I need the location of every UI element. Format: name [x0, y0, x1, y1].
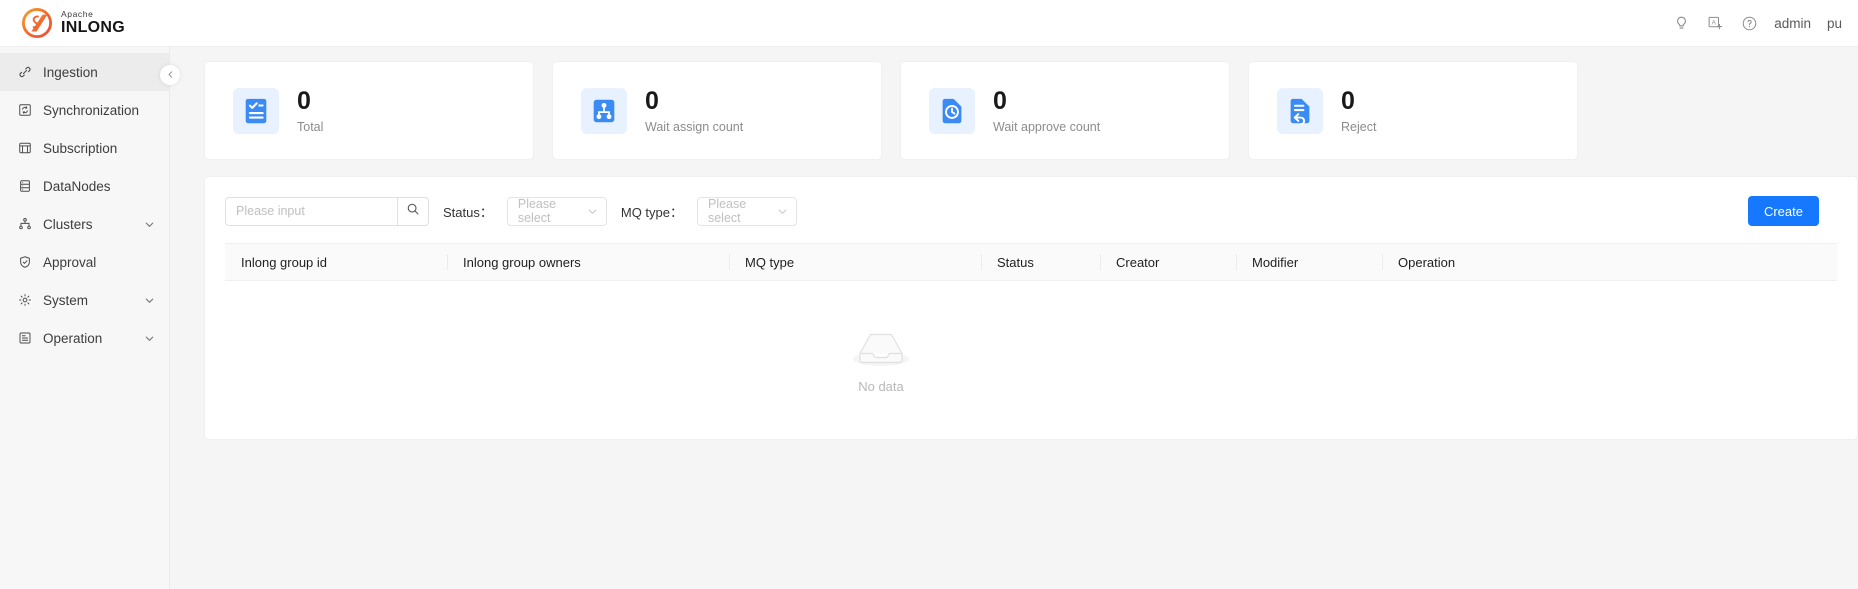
mq-type-filter-value: Please select — [708, 197, 777, 225]
sidebar-item-datanodes[interactable]: DataNodes — [0, 167, 169, 205]
app-header: Apache INLONG A — [0, 0, 1858, 47]
brand-logo[interactable]: Apache INLONG — [22, 8, 125, 38]
search-group — [225, 197, 429, 226]
status-filter-label: Status： — [443, 202, 493, 221]
app-body: Ingestion Synchronization — [0, 47, 1858, 589]
stat-text: 0 Wait assign count — [645, 87, 743, 134]
sidebar-item-label: Ingestion — [43, 65, 155, 80]
sidebar-item-label: System — [43, 293, 133, 308]
svg-text:A: A — [1711, 19, 1716, 26]
chevron-down-icon — [587, 206, 598, 217]
empty-state-label: No data — [858, 379, 904, 394]
stat-card-wait-assign[interactable]: 0 Wait assign count — [552, 61, 882, 160]
stat-text: 0 Reject — [1341, 87, 1376, 134]
sidebar-item-subscription[interactable]: Subscription — [0, 129, 169, 167]
sidebar-item-label: DataNodes — [43, 179, 155, 194]
chevron-left-icon — [166, 66, 175, 84]
stat-text: 0 Total — [297, 87, 323, 134]
sidebar-collapse-button[interactable] — [160, 65, 180, 85]
sidebar-item-synchronization[interactable]: Synchronization — [0, 91, 169, 129]
translate-icon[interactable]: A — [1706, 14, 1724, 32]
table-header-operation[interactable]: Operation — [1382, 244, 1552, 280]
stat-card-total[interactable]: 0 Total — [204, 61, 534, 160]
sidebar-item-system[interactable]: System — [0, 281, 169, 319]
table-header-mq-type[interactable]: MQ type — [729, 244, 981, 280]
sitemap-icon — [581, 88, 627, 134]
stat-label: Total — [297, 120, 323, 134]
chevron-down-icon[interactable] — [144, 333, 155, 344]
header-actions: A admin pu — [1672, 14, 1844, 32]
stat-value: 0 — [297, 87, 323, 116]
main-content: 0 Total 0 — [170, 47, 1858, 589]
sidebar-item-ingestion[interactable]: Ingestion — [0, 53, 169, 91]
link-icon — [17, 65, 32, 80]
stat-label: Reject — [1341, 120, 1376, 134]
shield-check-icon — [17, 255, 32, 270]
table-header-status[interactable]: Status — [981, 244, 1100, 280]
table-header-row: Inlong group id Inlong group owners MQ t… — [225, 243, 1837, 281]
empty-state: No data — [849, 326, 913, 394]
chevron-down-icon — [777, 206, 788, 217]
tenant-menu[interactable]: pu — [1827, 16, 1842, 31]
cluster-icon — [17, 217, 32, 232]
mq-type-filter-select[interactable]: Please select — [697, 197, 797, 226]
database-icon — [17, 179, 32, 194]
gear-icon — [17, 293, 32, 308]
doc-undo-icon — [1277, 88, 1323, 134]
table-body: No data — [205, 281, 1857, 439]
stat-label: Wait assign count — [645, 120, 743, 134]
brand-inlong: INLONG — [61, 20, 125, 36]
group-list-panel: Status： Please select MQ type： Please se… — [204, 176, 1858, 440]
status-filter-select[interactable]: Please select — [507, 197, 607, 226]
chevron-down-icon[interactable] — [144, 295, 155, 306]
bulb-icon[interactable] — [1672, 14, 1690, 32]
stat-value: 0 — [1341, 87, 1376, 116]
sidebar-item-label: Subscription — [43, 141, 155, 156]
stat-value: 0 — [993, 87, 1100, 116]
filter-bar: Status： Please select MQ type： Please se… — [205, 177, 1857, 226]
sidebar-item-label: Approval — [43, 255, 155, 270]
create-button[interactable]: Create — [1748, 196, 1819, 226]
sidebar-item-label: Operation — [43, 331, 133, 346]
sidebar-item-approval[interactable]: Approval — [0, 243, 169, 281]
group-table: Inlong group id Inlong group owners MQ t… — [205, 243, 1857, 439]
stat-text: 0 Wait approve count — [993, 87, 1100, 134]
inlong-logo-icon — [22, 8, 52, 38]
table-header-inlong-group-id[interactable]: Inlong group id — [225, 244, 447, 280]
search-input[interactable] — [225, 197, 397, 226]
search-button[interactable] — [397, 197, 429, 226]
user-menu[interactable]: admin — [1774, 16, 1811, 31]
app-root: Apache INLONG A — [0, 0, 1858, 589]
stat-label: Wait approve count — [993, 120, 1100, 134]
sidebar-item-label: Clusters — [43, 217, 133, 232]
mq-type-filter-label: MQ type： — [621, 202, 683, 221]
question-circle-icon[interactable] — [1740, 14, 1758, 32]
table-header-creator[interactable]: Creator — [1100, 244, 1236, 280]
console-icon — [17, 331, 32, 346]
checklist-doc-icon — [233, 88, 279, 134]
stat-card-reject[interactable]: 0 Reject — [1248, 61, 1578, 160]
sidebar-item-clusters[interactable]: Clusters — [0, 205, 169, 243]
sync-box-icon — [17, 103, 32, 118]
status-filter-value: Please select — [518, 197, 587, 225]
table-header-modifier[interactable]: Modifier — [1236, 244, 1382, 280]
stat-card-wait-approve[interactable]: 0 Wait approve count — [900, 61, 1230, 160]
table-header-inlong-group-owners[interactable]: Inlong group owners — [447, 244, 729, 280]
doc-clock-icon — [929, 88, 975, 134]
brand-apache: Apache — [61, 10, 125, 19]
subscription-icon — [17, 141, 32, 156]
sidebar-item-label: Synchronization — [43, 103, 155, 118]
stat-cards: 0 Total 0 — [204, 61, 1858, 160]
brand-text: Apache INLONG — [61, 10, 125, 37]
chevron-down-icon[interactable] — [144, 219, 155, 230]
sidebar: Ingestion Synchronization — [0, 47, 170, 589]
sidebar-item-operation[interactable]: Operation — [0, 319, 169, 357]
stat-value: 0 — [645, 87, 743, 116]
search-icon — [406, 202, 420, 221]
empty-box-icon — [849, 326, 913, 372]
